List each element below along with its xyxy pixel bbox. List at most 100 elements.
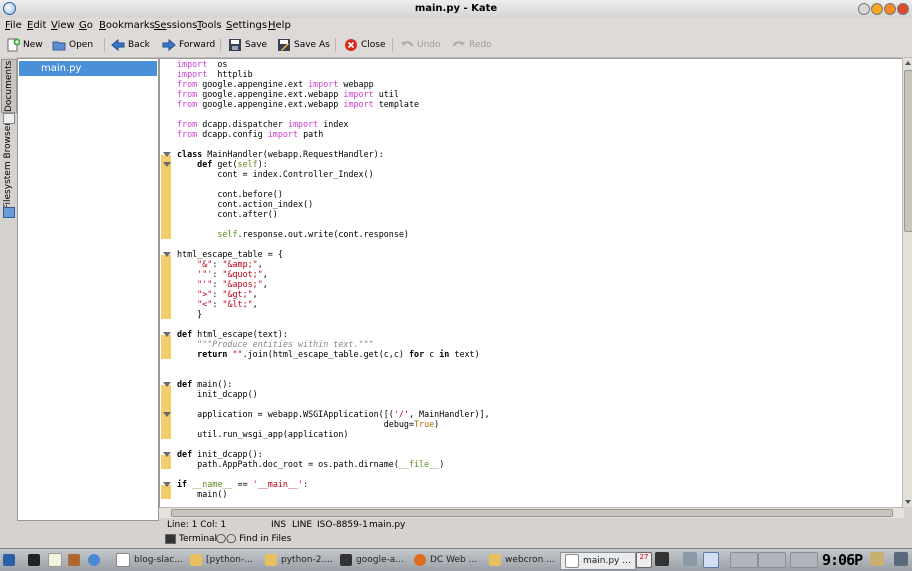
tab-filesystem-browser[interactable]: Filesystem Browser xyxy=(1,121,15,211)
close-button[interactable]: Close xyxy=(344,37,386,53)
code-line[interactable]: cont.after() xyxy=(177,209,490,219)
menu-settings[interactable]: Settings xyxy=(226,20,267,31)
vertical-scrollbar[interactable] xyxy=(902,58,912,507)
code-line[interactable]: def html_escape(text): xyxy=(177,329,490,339)
back-button[interactable]: Back xyxy=(111,37,150,53)
editor-launcher-icon[interactable] xyxy=(48,552,62,568)
code-line[interactable] xyxy=(177,359,490,369)
code-line[interactable]: cont.action_index() xyxy=(177,199,490,209)
new-button[interactable]: New xyxy=(6,37,43,53)
code-editor[interactable]: import os import httplib from google.appen… xyxy=(159,58,904,509)
task-google-a[interactable]: google-a... xyxy=(340,552,404,568)
code-text[interactable]: import os import httplib from google.appen… xyxy=(177,59,490,499)
tab-find-in-files[interactable]: ◯◯ Find in Files xyxy=(216,534,291,544)
fold-marker-icon[interactable] xyxy=(163,452,171,457)
code-line[interactable]: import os xyxy=(177,59,490,69)
code-line[interactable]: path.AppPath.doc_root = os.path.dirname(… xyxy=(177,459,490,469)
fold-marker-icon[interactable] xyxy=(163,482,171,487)
menu-tools[interactable]: Tools xyxy=(197,20,222,31)
power-icon[interactable] xyxy=(894,552,908,566)
forward-button[interactable]: Forward xyxy=(162,37,215,53)
tab-documents[interactable]: Documents xyxy=(1,59,17,113)
code-line[interactable] xyxy=(177,319,490,329)
fold-marker-icon[interactable] xyxy=(163,152,171,157)
selection-mode[interactable]: LINE xyxy=(292,520,312,530)
tray-icon[interactable] xyxy=(870,552,884,566)
fold-marker-icon[interactable] xyxy=(163,162,171,167)
code-line[interactable] xyxy=(177,399,490,409)
code-line[interactable]: '"': "&quot;", xyxy=(177,269,490,279)
document-item-main-py[interactable]: main.py xyxy=(19,61,157,76)
task-python-list[interactable]: [python-... xyxy=(190,552,253,568)
code-line[interactable]: def init_dcapp(): xyxy=(177,449,490,459)
code-line[interactable]: from google.appengine.ext.webapp import … xyxy=(177,89,490,99)
code-line[interactable]: cont = index.Controller_Index() xyxy=(177,169,490,179)
browser-launcher-icon[interactable] xyxy=(88,552,100,568)
code-line[interactable] xyxy=(177,179,490,189)
scroll-up-icon[interactable] xyxy=(905,61,911,65)
code-line[interactable] xyxy=(177,469,490,479)
code-line[interactable]: return "".join(html_escape_table.get(c,c… xyxy=(177,349,490,359)
save-button[interactable]: Save xyxy=(228,37,267,53)
code-line[interactable] xyxy=(177,239,490,249)
fold-marker-icon[interactable] xyxy=(163,332,171,337)
code-line[interactable]: from google.appengine.ext import webapp xyxy=(177,79,490,89)
fold-marker-icon[interactable] xyxy=(163,412,171,417)
tab-terminal[interactable]: Terminal xyxy=(165,534,217,544)
insert-mode[interactable]: INS xyxy=(271,520,286,530)
monitor-icon[interactable] xyxy=(655,552,669,566)
task-main-py[interactable]: main.py ... xyxy=(560,552,636,570)
code-line[interactable]: if __name__ == '__main__': xyxy=(177,479,490,489)
code-line[interactable]: "'": "&apos;", xyxy=(177,279,490,289)
redo-button[interactable]: Redo xyxy=(452,37,492,53)
code-line[interactable]: from google.appengine.ext.webapp import … xyxy=(177,99,490,109)
menu-edit[interactable]: Edit xyxy=(27,20,46,31)
start-menu-icon[interactable] xyxy=(3,552,15,568)
shade-button[interactable] xyxy=(871,3,883,15)
code-line[interactable] xyxy=(177,139,490,149)
code-line[interactable]: def get(self): xyxy=(177,159,490,169)
code-line[interactable] xyxy=(177,109,490,119)
menu-view[interactable]: View xyxy=(51,20,75,31)
konsole-launcher-icon[interactable] xyxy=(28,552,40,568)
close-window-button[interactable] xyxy=(897,3,909,15)
minimize-button[interactable] xyxy=(858,3,870,15)
save-as-button[interactable]: Save As xyxy=(277,37,330,53)
code-line[interactable]: """Produce entities within text.""" xyxy=(177,339,490,349)
menu-bookmarks[interactable]: Bookmarks xyxy=(99,20,155,31)
maximize-button[interactable] xyxy=(884,3,896,15)
code-line[interactable]: debug=True) xyxy=(177,419,490,429)
desktop-pager-2[interactable] xyxy=(703,552,719,568)
vertical-scroll-thumb[interactable] xyxy=(904,70,912,232)
code-line[interactable]: from dcapp.dispatcher import index xyxy=(177,119,490,129)
code-line[interactable]: ">": "&gt;", xyxy=(177,289,490,299)
undo-button[interactable]: Undo xyxy=(400,37,441,53)
scroll-down-icon[interactable] xyxy=(905,500,911,504)
horizontal-scroll-thumb[interactable] xyxy=(171,509,893,517)
desktop-pager-5[interactable] xyxy=(790,552,818,568)
code-line[interactable]: class MainHandler(webapp.RequestHandler)… xyxy=(177,149,490,159)
code-line[interactable]: cont.before() xyxy=(177,189,490,199)
desktop-pager-1[interactable] xyxy=(683,552,697,566)
code-line[interactable]: self.response.out.write(cont.response) xyxy=(177,229,490,239)
calendar-icon[interactable]: 27 xyxy=(636,552,652,568)
code-line[interactable]: main() xyxy=(177,489,490,499)
desktop-pager-3[interactable] xyxy=(730,552,758,568)
task-dc-web[interactable]: DC Web ... xyxy=(414,552,477,568)
menu-sessions[interactable]: Sessions xyxy=(154,20,197,31)
code-line[interactable] xyxy=(177,439,490,449)
fold-marker-icon[interactable] xyxy=(163,252,171,257)
tools-launcher-icon[interactable] xyxy=(68,552,80,568)
menu-file[interactable]: File xyxy=(5,20,22,31)
code-line[interactable] xyxy=(177,219,490,229)
code-line[interactable]: "&": "&amp;", xyxy=(177,259,490,269)
code-line[interactable] xyxy=(177,369,490,379)
code-line[interactable]: "<": "&lt;", xyxy=(177,299,490,309)
code-line[interactable]: from dcapp.config import path xyxy=(177,129,490,139)
code-line[interactable]: html_escape_table = { xyxy=(177,249,490,259)
code-line[interactable]: init_dcapp() xyxy=(177,389,490,399)
clock[interactable]: 9:06P xyxy=(822,551,863,569)
open-button[interactable]: Open xyxy=(52,37,93,53)
menu-help[interactable]: Help xyxy=(268,20,291,31)
code-line[interactable]: util.run_wsgi_app(application) xyxy=(177,429,490,439)
